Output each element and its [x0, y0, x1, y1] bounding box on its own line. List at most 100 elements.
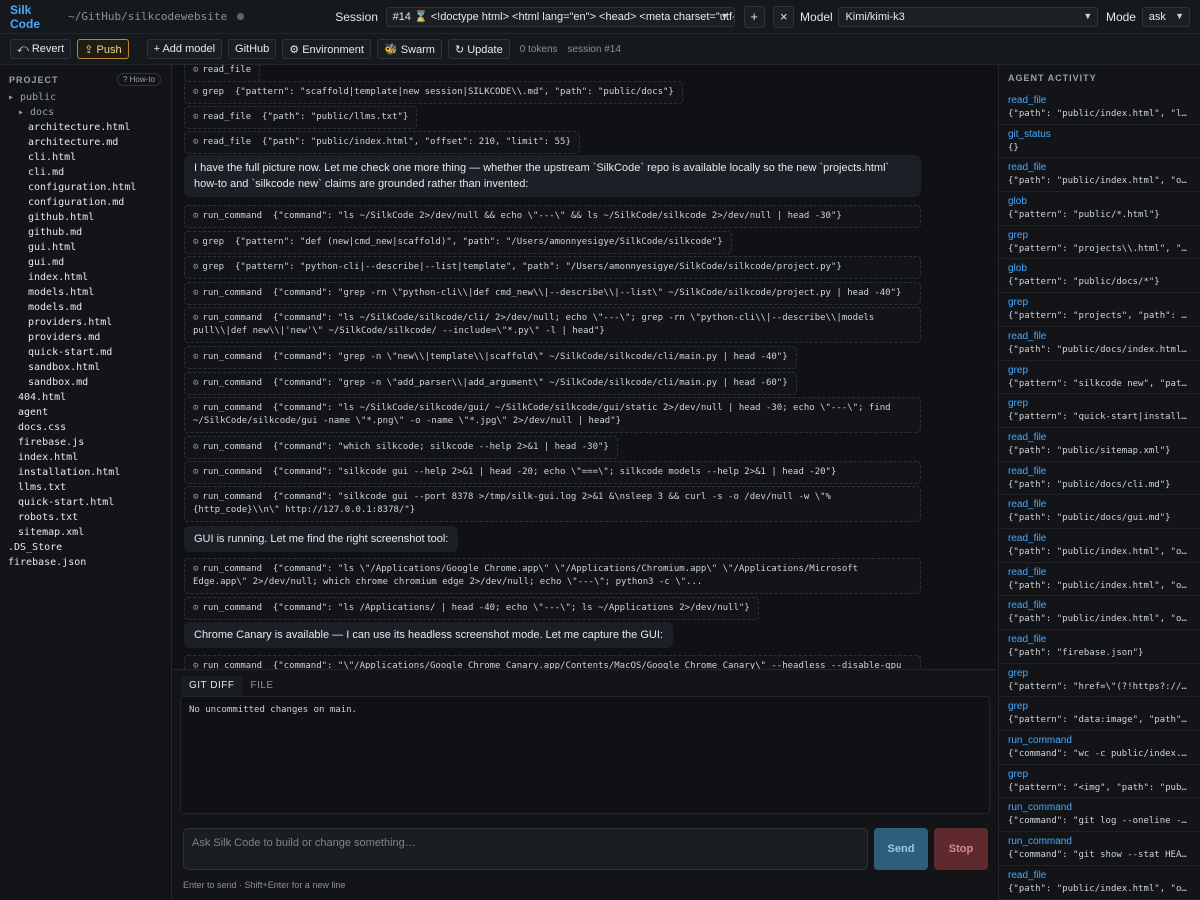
- tree-file[interactable]: firebase.js: [0, 435, 171, 450]
- push-button[interactable]: ⇪ Push: [77, 39, 129, 59]
- activity-item[interactable]: grep {"pattern": "href=\"(?!https?://…: [999, 664, 1200, 698]
- tool-call[interactable]: ⚙ run_command {"command": "ls ~/SilkCode/…: [184, 307, 921, 343]
- tree-file[interactable]: models.html: [0, 285, 171, 300]
- tree-file[interactable]: quick-start.md: [0, 345, 171, 360]
- tree-file[interactable]: configuration.html: [0, 180, 171, 195]
- activity-item[interactable]: run_command {"command": "wc -c public/ind…: [999, 731, 1200, 765]
- tree-file[interactable]: providers.html: [0, 315, 171, 330]
- new-session-button[interactable]: +: [743, 5, 765, 28]
- activity-item[interactable]: read_file {"path": "public/index.html", "…: [999, 158, 1200, 193]
- activity-item[interactable]: grep {"pattern": "projects\\.html", "…: [999, 226, 1200, 260]
- activity-item[interactable]: read_file {"path": "public/docs/gui.md"}: [999, 495, 1200, 529]
- tree-file[interactable]: architecture.html: [0, 120, 171, 135]
- activity-tool-args: {"pattern": "silkcode new", "pat…: [1008, 378, 1187, 389]
- session-label: Session: [335, 9, 378, 24]
- activity-tool-name: run_command: [1008, 735, 1072, 747]
- tool-call[interactable]: ⚙ run_command {"command": "silkcode gui -…: [184, 461, 921, 484]
- assistant-message: GUI is running. Let me find the right sc…: [184, 526, 459, 552]
- tree-file[interactable]: gui.html: [0, 240, 171, 255]
- tree-file[interactable]: github.md: [0, 225, 171, 240]
- tool-call[interactable]: ⚙ run_command {"command": "ls \"/Applicat…: [184, 558, 921, 594]
- close-session-button[interactable]: ×: [773, 5, 795, 28]
- activity-item[interactable]: read_file {"path": "public/index.html", "…: [999, 866, 1200, 900]
- environment-button[interactable]: ⚙ Environment: [282, 39, 371, 59]
- prompt-input[interactable]: Ask Silk Code to build or change somethi…: [183, 828, 868, 870]
- conversation-log[interactable]: ⚙ read_file ⚙ grep {"pattern": "scaffold|t…: [173, 65, 997, 669]
- tool-call[interactable]: ⚙ run_command {"command": "ls ~/SilkCode …: [184, 205, 921, 228]
- stop-button[interactable]: Stop: [934, 828, 988, 870]
- tool-call[interactable]: ⚙ read_file {"path": "public/index.html",…: [184, 131, 580, 154]
- tree-file[interactable]: llms.txt: [0, 480, 171, 495]
- tool-call[interactable]: ⚙ run_command {"command": "grep -n \"add_…: [184, 372, 797, 395]
- tree-file[interactable]: gui.md: [0, 255, 171, 270]
- activity-item[interactable]: read_file {"path": "public/index.html", "…: [999, 529, 1200, 563]
- tool-call[interactable]: ⚙ run_command {"command": "silkcode gui -…: [184, 486, 921, 522]
- activity-item[interactable]: run_command {"command": "git log --onelin…: [999, 798, 1200, 833]
- tree-file[interactable]: .DS_Store: [0, 540, 171, 555]
- tool-call[interactable]: ⚙ grep {"pattern": "def (new|cmd_new|scaf…: [184, 231, 732, 254]
- howto-button[interactable]: ? How-to: [116, 73, 161, 86]
- tool-call[interactable]: ⚙ grep {"pattern": "python-cli|--describe…: [184, 256, 921, 279]
- tree-file[interactable]: models.md: [0, 300, 171, 315]
- activity-item[interactable]: grep {"pattern": "projects", "path": …: [999, 293, 1200, 327]
- session-select[interactable]: #14 ⌛ <!doctype html> <html lang="en"> <…: [385, 6, 736, 27]
- activity-item[interactable]: grep {"pattern": "quick-start|install…: [999, 394, 1200, 428]
- tool-call[interactable]: ⚙ run_command {"command": "grep -n \"new\…: [184, 346, 797, 369]
- tab-git-diff[interactable]: GIT DIFF: [181, 676, 243, 696]
- activity-item[interactable]: read_file {"path": "public/sitemap.xml"}: [999, 428, 1200, 462]
- tree-file[interactable]: index.html: [0, 270, 171, 285]
- tree-file[interactable]: cli.html: [0, 150, 171, 165]
- app-brand[interactable]: Silk Code: [10, 3, 62, 31]
- activity-item[interactable]: read_file {"path": "public/index.html", "…: [999, 596, 1200, 630]
- activity-item[interactable]: read_file {"path": "public/docs/cli.md"}: [999, 462, 1200, 496]
- send-button[interactable]: Send: [874, 828, 928, 870]
- github-button[interactable]: GitHub: [228, 39, 277, 59]
- tree-file[interactable]: firebase.json: [0, 555, 171, 570]
- top-bar: Silk Code ~/GitHub/silkcodewebsite Sessi…: [0, 0, 1200, 34]
- tab-file[interactable]: FILE: [242, 676, 281, 696]
- tree-file[interactable]: 404.html: [0, 390, 171, 405]
- tool-call[interactable]: ⚙ run_command {"command": "ls ~/SilkCode/…: [184, 397, 921, 433]
- activity-item[interactable]: glob {"pattern": "public/docs/*"}: [999, 259, 1200, 294]
- update-button[interactable]: ↻ Update: [447, 39, 510, 59]
- tree-file[interactable]: sandbox.md: [0, 375, 171, 390]
- activity-item[interactable]: read_file {"path": "public/docs/index.htm…: [999, 327, 1200, 361]
- swarm-button[interactable]: 🐝 Swarm: [376, 39, 442, 59]
- tool-name: grep: [202, 237, 225, 247]
- activity-item[interactable]: read_file {"path": "firebase.json"}: [999, 630, 1200, 664]
- tree-file[interactable]: sitemap.xml: [0, 525, 171, 540]
- tree-file[interactable]: docs.css: [0, 420, 171, 435]
- tree-file[interactable]: sandbox.html: [0, 360, 171, 375]
- tool-call[interactable]: ⚙ run_command {"command": "which silkcode…: [184, 436, 618, 459]
- activity-item[interactable]: grep {"pattern": "data:image", "path"…: [999, 697, 1200, 732]
- model-select[interactable]: Kimi/kimi-k3 ▼: [838, 6, 1099, 27]
- tree-file[interactable]: robots.txt: [0, 510, 171, 525]
- tree-file[interactable]: installation.html: [0, 465, 171, 480]
- tool-args: {"command": "ls ~/SilkCode 2>/dev/null &…: [272, 211, 842, 221]
- revert-button[interactable]: ⤺ Revert: [10, 39, 72, 59]
- tree-file[interactable]: configuration.md: [0, 195, 171, 210]
- activity-item[interactable]: glob {"pattern": "public/*.html"}: [999, 192, 1200, 226]
- tool-call[interactable]: ⚙ run_command {"command": "grep -rn \"pyt…: [184, 282, 921, 305]
- tree-folder[interactable]: ▸ docs: [0, 105, 171, 120]
- tool-call[interactable]: ⚙ grep {"pattern": "scaffold|template|new…: [184, 81, 683, 104]
- tree-file[interactable]: agent: [0, 405, 171, 420]
- tool-call[interactable]: ⚙ run_command {"command": "ls /Applicatio…: [184, 597, 759, 620]
- activity-item[interactable]: read_file {"path": "public/index.html", "…: [999, 563, 1200, 597]
- tool-call[interactable]: ⚙ read_file {"path": "public/llms.txt"}: [184, 106, 418, 129]
- mode-select[interactable]: ask ▼: [1141, 6, 1191, 27]
- activity-item[interactable]: run_command {"command": "git show --stat …: [999, 832, 1200, 866]
- tree-file[interactable]: cli.md: [0, 165, 171, 180]
- activity-item[interactable]: read_file {"path": "public/index.html", "…: [999, 91, 1200, 125]
- add-model-button[interactable]: + Add model: [146, 39, 223, 59]
- activity-item[interactable]: git_status {}: [999, 125, 1200, 159]
- tree-file[interactable]: architecture.md: [0, 135, 171, 150]
- tree-file[interactable]: providers.md: [0, 330, 171, 345]
- tree-file[interactable]: github.html: [0, 210, 171, 225]
- tree-file[interactable]: quick-start.html: [0, 495, 171, 510]
- tree-folder[interactable]: ▸ public: [0, 90, 171, 105]
- tool-call[interactable]: ⚙ run_command {"command": "\"/Application…: [184, 655, 921, 669]
- activity-item[interactable]: grep {"pattern": "silkcode new", "pat…: [999, 361, 1200, 395]
- activity-item[interactable]: grep {"pattern": "<img", "path": "pub…: [999, 765, 1200, 799]
- tree-file[interactable]: index.html: [0, 450, 171, 465]
